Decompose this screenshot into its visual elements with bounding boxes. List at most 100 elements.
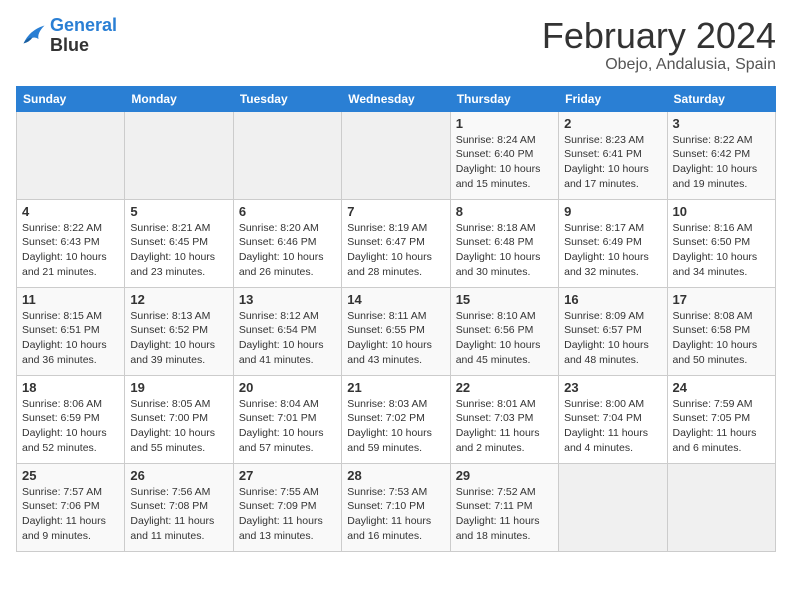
day-detail: Sunrise: 8:21 AM Sunset: 6:45 PM Dayligh… (130, 221, 227, 280)
calendar-table: SundayMondayTuesdayWednesdayThursdayFrid… (16, 86, 776, 552)
day-cell: 25 Sunrise: 7:57 AM Sunset: 7:06 PM Dayli… (17, 463, 125, 551)
day-cell: 22 Sunrise: 8:01 AM Sunset: 7:03 PM Dayli… (450, 375, 558, 463)
day-number: 11 (22, 292, 119, 307)
day-cell: 16 Sunrise: 8:09 AM Sunset: 6:57 PM Dayli… (559, 287, 667, 375)
day-cell: 19 Sunrise: 8:05 AM Sunset: 7:00 PM Dayli… (125, 375, 233, 463)
month-title: February 2024 (542, 16, 776, 56)
week-row-1: 1 Sunrise: 8:24 AM Sunset: 6:40 PM Daylig… (17, 111, 776, 199)
day-detail: Sunrise: 8:08 AM Sunset: 6:58 PM Dayligh… (673, 309, 770, 368)
day-detail: Sunrise: 7:59 AM Sunset: 7:05 PM Dayligh… (673, 397, 770, 456)
page-header: General Blue February 2024 Obejo, Andalu… (16, 16, 776, 74)
day-cell: 11 Sunrise: 8:15 AM Sunset: 6:51 PM Dayli… (17, 287, 125, 375)
day-cell: 18Sunrise: 8:06 AM Sunset: 6:59 PM Dayli… (17, 375, 125, 463)
header-cell-tuesday: Tuesday (233, 86, 341, 111)
day-cell: 29 Sunrise: 7:52 AM Sunset: 7:11 PM Dayli… (450, 463, 558, 551)
day-number: 24 (673, 380, 770, 395)
day-detail: Sunrise: 7:55 AM Sunset: 7:09 PM Dayligh… (239, 485, 336, 544)
day-number: 2 (564, 116, 661, 131)
day-detail: Sunrise: 7:52 AM Sunset: 7:11 PM Dayligh… (456, 485, 553, 544)
day-cell: 4 Sunrise: 8:22 AM Sunset: 6:43 PM Daylig… (17, 199, 125, 287)
day-number: 22 (456, 380, 553, 395)
day-detail: Sunrise: 8:22 AM Sunset: 6:42 PM Dayligh… (673, 133, 770, 192)
day-cell: 3 Sunrise: 8:22 AM Sunset: 6:42 PM Daylig… (667, 111, 775, 199)
day-detail: Sunrise: 8:23 AM Sunset: 6:41 PM Dayligh… (564, 133, 661, 192)
day-number: 3 (673, 116, 770, 131)
day-cell: 14 Sunrise: 8:11 AM Sunset: 6:55 PM Dayli… (342, 287, 450, 375)
day-cell (233, 111, 341, 199)
day-cell: 6 Sunrise: 8:20 AM Sunset: 6:46 PM Daylig… (233, 199, 341, 287)
day-number: 12 (130, 292, 227, 307)
header-row: SundayMondayTuesdayWednesdayThursdayFrid… (17, 86, 776, 111)
day-cell: 28 Sunrise: 7:53 AM Sunset: 7:10 PM Dayli… (342, 463, 450, 551)
day-number: 4 (22, 204, 119, 219)
day-number: 27 (239, 468, 336, 483)
day-number: 21 (347, 380, 444, 395)
day-cell: 13 Sunrise: 8:12 AM Sunset: 6:54 PM Dayli… (233, 287, 341, 375)
day-detail: Sunrise: 8:18 AM Sunset: 6:48 PM Dayligh… (456, 221, 553, 280)
day-number: 9 (564, 204, 661, 219)
day-detail: Sunrise: 8:19 AM Sunset: 6:47 PM Dayligh… (347, 221, 444, 280)
day-detail: Sunrise: 8:10 AM Sunset: 6:56 PM Dayligh… (456, 309, 553, 368)
day-cell (17, 111, 125, 199)
day-cell: 26 Sunrise: 7:56 AM Sunset: 7:08 PM Dayli… (125, 463, 233, 551)
day-cell (667, 463, 775, 551)
day-cell (342, 111, 450, 199)
day-number: 14 (347, 292, 444, 307)
location-title: Obejo, Andalusia, Spain (542, 56, 776, 74)
day-cell: 20 Sunrise: 8:04 AM Sunset: 7:01 PM Dayli… (233, 375, 341, 463)
day-detail: Sunrise: 8:17 AM Sunset: 6:49 PM Dayligh… (564, 221, 661, 280)
day-number: 16 (564, 292, 661, 307)
day-detail: Sunrise: 8:15 AM Sunset: 6:51 PM Dayligh… (22, 309, 119, 368)
day-detail: Sunrise: 8:12 AM Sunset: 6:54 PM Dayligh… (239, 309, 336, 368)
day-number: 6 (239, 204, 336, 219)
day-detail: Sunrise: 7:53 AM Sunset: 7:10 PM Dayligh… (347, 485, 444, 544)
day-number: 1 (456, 116, 553, 131)
day-number: 15 (456, 292, 553, 307)
day-detail: Sunrise: 8:11 AM Sunset: 6:55 PM Dayligh… (347, 309, 444, 368)
day-number: 25 (22, 468, 119, 483)
day-cell: 21Sunrise: 8:03 AM Sunset: 7:02 PM Dayli… (342, 375, 450, 463)
day-detail: Sunrise: 8:13 AM Sunset: 6:52 PM Dayligh… (130, 309, 227, 368)
day-number: 23 (564, 380, 661, 395)
day-cell: 1 Sunrise: 8:24 AM Sunset: 6:40 PM Daylig… (450, 111, 558, 199)
day-detail: Sunrise: 8:20 AM Sunset: 6:46 PM Dayligh… (239, 221, 336, 280)
day-cell (125, 111, 233, 199)
day-cell: 9 Sunrise: 8:17 AM Sunset: 6:49 PM Daylig… (559, 199, 667, 287)
day-number: 17 (673, 292, 770, 307)
header-cell-thursday: Thursday (450, 86, 558, 111)
day-cell: 10Sunrise: 8:16 AM Sunset: 6:50 PM Dayli… (667, 199, 775, 287)
day-number: 7 (347, 204, 444, 219)
title-block: February 2024 Obejo, Andalusia, Spain (542, 16, 776, 74)
day-detail: Sunrise: 7:57 AM Sunset: 7:06 PM Dayligh… (22, 485, 119, 544)
day-detail: Sunrise: 8:04 AM Sunset: 7:01 PM Dayligh… (239, 397, 336, 456)
week-row-3: 11 Sunrise: 8:15 AM Sunset: 6:51 PM Dayli… (17, 287, 776, 375)
day-cell: 8 Sunrise: 8:18 AM Sunset: 6:48 PM Daylig… (450, 199, 558, 287)
header-cell-sunday: Sunday (17, 86, 125, 111)
logo-text: General Blue (50, 16, 117, 56)
day-detail: Sunrise: 8:01 AM Sunset: 7:03 PM Dayligh… (456, 397, 553, 456)
header-cell-monday: Monday (125, 86, 233, 111)
day-number: 13 (239, 292, 336, 307)
day-number: 5 (130, 204, 227, 219)
header-cell-saturday: Saturday (667, 86, 775, 111)
day-detail: Sunrise: 8:24 AM Sunset: 6:40 PM Dayligh… (456, 133, 553, 192)
day-cell: 24 Sunrise: 7:59 AM Sunset: 7:05 PM Dayli… (667, 375, 775, 463)
day-number: 29 (456, 468, 553, 483)
day-number: 19 (130, 380, 227, 395)
day-detail: Sunrise: 8:05 AM Sunset: 7:00 PM Dayligh… (130, 397, 227, 456)
week-row-2: 4 Sunrise: 8:22 AM Sunset: 6:43 PM Daylig… (17, 199, 776, 287)
day-number: 8 (456, 204, 553, 219)
header-cell-wednesday: Wednesday (342, 86, 450, 111)
day-detail: Sunrise: 7:56 AM Sunset: 7:08 PM Dayligh… (130, 485, 227, 544)
day-cell: 12 Sunrise: 8:13 AM Sunset: 6:52 PM Dayli… (125, 287, 233, 375)
day-detail: Sunrise: 8:16 AM Sunset: 6:50 PM Dayligh… (673, 221, 770, 280)
day-cell: 5 Sunrise: 8:21 AM Sunset: 6:45 PM Daylig… (125, 199, 233, 287)
week-row-5: 25 Sunrise: 7:57 AM Sunset: 7:06 PM Dayli… (17, 463, 776, 551)
day-number: 28 (347, 468, 444, 483)
day-number: 20 (239, 380, 336, 395)
day-detail: Sunrise: 8:09 AM Sunset: 6:57 PM Dayligh… (564, 309, 661, 368)
day-detail: Sunrise: 8:22 AM Sunset: 6:43 PM Dayligh… (22, 221, 119, 280)
day-cell: 23Sunrise: 8:00 AM Sunset: 7:04 PM Dayli… (559, 375, 667, 463)
day-cell (559, 463, 667, 551)
day-number: 26 (130, 468, 227, 483)
